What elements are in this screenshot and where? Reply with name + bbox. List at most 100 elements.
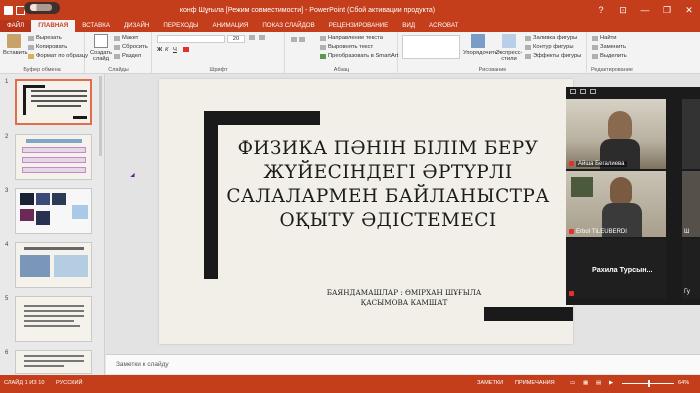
ribbon: Вставить Вырезать Копировать Формат по о… xyxy=(0,32,700,74)
thumbnail-slide-2[interactable] xyxy=(15,134,92,180)
tab-home[interactable]: ГЛАВНАЯ xyxy=(31,20,76,32)
ribbon-display-button[interactable]: ⊡ xyxy=(612,0,634,20)
numbering-icon xyxy=(299,37,305,42)
quick-styles-button[interactable]: Экспресс-стили xyxy=(495,34,523,62)
comments-toggle[interactable]: ПРИМЕЧАНИЯ xyxy=(515,380,555,386)
side-tile[interactable]: Ш xyxy=(682,171,700,237)
thumbnail-scrollbar[interactable] xyxy=(99,76,102,156)
grow-font-button[interactable] xyxy=(249,35,255,40)
participant-face xyxy=(608,111,632,141)
text-direction-icon xyxy=(320,35,326,41)
shape-fill-button[interactable]: Заливка фигуры xyxy=(525,35,577,41)
expand-icon[interactable] xyxy=(590,89,596,94)
tab-review[interactable]: РЕЦЕНЗИРОВАНИЕ xyxy=(322,20,396,32)
section-button[interactable]: Раздел xyxy=(114,53,141,59)
thumbnail-slide-3[interactable] xyxy=(15,188,92,234)
shape-effects-button[interactable]: Эффекты фигуры xyxy=(525,53,581,59)
font-label: Шрифт xyxy=(209,67,228,73)
participant-name: Erbol TILEUBERDI xyxy=(576,229,627,235)
tab-animation[interactable]: АНИМАЦИЯ xyxy=(206,20,256,32)
font-color-button[interactable] xyxy=(183,47,189,52)
drawing-group: Упорядочить Экспресс-стили Заливка фигур… xyxy=(399,32,587,74)
tab-file[interactable]: ФАЙЛ xyxy=(0,20,32,32)
participant-tile[interactable]: Рахила Турсын... xyxy=(566,239,666,299)
thumbnail-number: 1 xyxy=(5,79,9,85)
pin-icon[interactable] xyxy=(580,89,586,94)
slide-subtitle[interactable]: БАЯНДАМАШЛАР : ӨМІРХАН ШҰҒЫЛА ҚАСЫМОВА К… xyxy=(279,288,529,308)
thumbnail-slide-6[interactable] xyxy=(15,350,92,374)
font-name-box[interactable] xyxy=(157,35,225,43)
paragraph-group: Направление текста Выровнять текст Преоб… xyxy=(286,32,398,74)
thumbnail-slide-1[interactable] xyxy=(15,79,92,125)
tab-transitions[interactable]: ПЕРЕХОДЫ xyxy=(156,20,205,32)
align-text-button[interactable]: Выровнять текст xyxy=(320,44,373,50)
smartart-button[interactable]: Преобразовать в SmartArt xyxy=(320,53,398,59)
clear-format-button[interactable] xyxy=(259,35,265,40)
font-size-box[interactable]: 20 xyxy=(227,35,245,43)
zoom-meeting-pill[interactable] xyxy=(24,2,60,14)
help-button[interactable]: ? xyxy=(590,0,612,20)
layout-button[interactable]: Макет xyxy=(114,35,138,41)
font-color-icon xyxy=(183,47,189,52)
drawing-label: Рисование xyxy=(478,67,507,73)
notes-toggle[interactable]: ЗАМЕТКИ xyxy=(477,380,503,386)
view-slideshow-icon[interactable]: ▶ xyxy=(609,380,613,386)
tab-slideshow[interactable]: ПОКАЗ СЛАЙДОВ xyxy=(255,20,321,32)
zoom-slider[interactable] xyxy=(622,380,674,387)
text-direction-button[interactable]: Направление текста xyxy=(320,35,383,41)
language-indicator[interactable]: РУССКИЙ xyxy=(56,380,83,386)
view-normal-icon[interactable]: ▭ xyxy=(570,380,575,386)
reset-button[interactable]: Сбросить xyxy=(114,44,148,50)
participant-tile[interactable]: Erbol TILEUBERDI xyxy=(566,171,666,237)
cut-button[interactable]: Вырезать xyxy=(28,35,62,41)
italic-button[interactable]: К xyxy=(165,47,168,53)
tab-view[interactable]: ВИД xyxy=(395,20,422,32)
new-slide-button[interactable]: Создать слайд xyxy=(89,34,113,62)
side-name: Гу xyxy=(684,289,690,295)
select-button[interactable]: Выделить xyxy=(592,53,627,59)
zoom-slider-thumb[interactable] xyxy=(648,380,650,387)
slide-thumbnail-pane: 1 2 3 4 5 6 xyxy=(0,74,105,375)
tab-acrobat[interactable]: ACROBAT xyxy=(422,20,465,32)
video-call-panel: Айша Бегалиева Erbol TILEUBERDI Ш Рахила… xyxy=(566,87,700,305)
restore-button[interactable]: ❐ xyxy=(656,0,678,20)
format-painter-button[interactable]: Формат по образцу xyxy=(28,53,88,59)
tab-insert[interactable]: ВСТАВКА xyxy=(75,20,117,32)
side-name: Ш xyxy=(684,229,690,235)
paste-button[interactable]: Вставить xyxy=(3,34,28,56)
view-sorter-icon[interactable]: ▦ xyxy=(583,380,588,386)
copy-button[interactable]: Копировать xyxy=(28,44,67,50)
arrange-button[interactable]: Упорядочить xyxy=(463,34,498,56)
thumbnail-slide-5[interactable] xyxy=(15,296,92,342)
bold-button[interactable]: Ж xyxy=(157,47,162,53)
notes-pane[interactable]: Заметки к слайду xyxy=(106,354,700,374)
minimize-button[interactable]: — xyxy=(634,0,656,20)
thumbnail-slide-4[interactable] xyxy=(15,242,92,288)
zoom-level[interactable]: 64% xyxy=(678,380,689,386)
shape-outline-button[interactable]: Контур фигуры xyxy=(525,44,574,50)
participant-tile[interactable]: Айша Бегалиева xyxy=(566,99,666,169)
paragraph-label: Абзац xyxy=(333,67,350,73)
decorative-bar-bottom xyxy=(484,307,573,321)
side-tile[interactable] xyxy=(682,99,700,169)
clipboard-group: Вставить Вырезать Копировать Формат по о… xyxy=(0,32,88,74)
side-tile[interactable]: Гу xyxy=(682,239,700,299)
participant-face xyxy=(610,177,632,205)
align-text-icon xyxy=(320,44,326,50)
replace-button[interactable]: Заменить xyxy=(592,44,626,50)
close-button[interactable]: ✕ xyxy=(678,0,700,20)
bullets-button[interactable] xyxy=(291,37,317,42)
bullets-icon xyxy=(291,37,297,42)
slide-title[interactable]: ФИЗИКА ПӘНІН БІЛІМ БЕРУ ЖҮЙЕСІНДЕГІ ӘРТҮ… xyxy=(219,137,557,233)
underline-button[interactable]: Ч xyxy=(173,47,177,53)
shapes-gallery[interactable] xyxy=(402,35,460,59)
layout-icon[interactable] xyxy=(570,89,576,94)
find-button[interactable]: Найти xyxy=(592,35,617,41)
view-reading-icon[interactable]: ▤ xyxy=(596,380,601,386)
brush-icon xyxy=(28,53,34,59)
status-bar: СЛАЙД 1 ИЗ 10 РУССКИЙ ЗАМЕТКИ ПРИМЕЧАНИЯ… xyxy=(0,375,700,393)
tab-design[interactable]: ДИЗАЙН xyxy=(117,20,156,32)
current-slide[interactable]: ФИЗИКА ПӘНІН БІЛІМ БЕРУ ЖҮЙЕСІНДЕГІ ӘРТҮ… xyxy=(159,79,573,344)
mic-off-icon xyxy=(569,161,574,166)
video-panel-header xyxy=(566,87,700,97)
